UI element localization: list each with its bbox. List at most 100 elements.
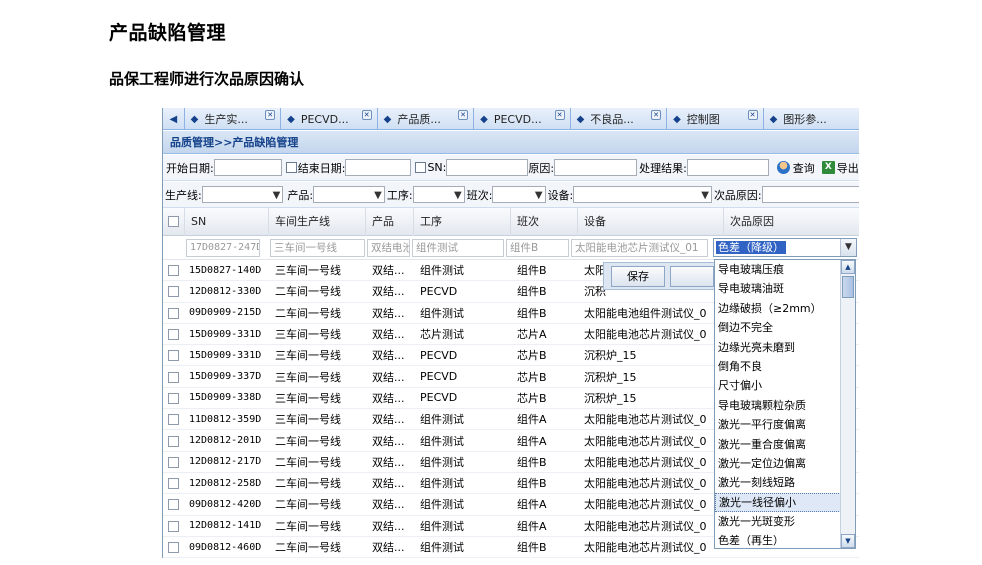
editor-equipment-field[interactable]: 太阳能电池芯片测试仪_01 xyxy=(571,238,708,257)
column-header-process[interactable]: 工序 xyxy=(414,207,511,236)
tab-pecvd-2[interactable]: ◆ PECVD... ✕ xyxy=(474,108,571,130)
chevron-down-icon[interactable]: ▼ xyxy=(840,239,856,256)
reason-option[interactable]: 激光一重合度偏离 xyxy=(715,435,841,454)
dropdown-scrollbar[interactable]: ▲ ▼ xyxy=(840,260,855,548)
row-checkbox[interactable] xyxy=(163,328,185,341)
cell-equipment: 太阳能电池芯片测试仪_0 xyxy=(584,455,707,469)
process-select[interactable]: ▼ xyxy=(412,186,465,203)
reason-option[interactable]: 激光一线径偏小 xyxy=(715,492,841,513)
reason-option[interactable]: 尺寸偏小 xyxy=(715,376,841,395)
row-checkbox[interactable] xyxy=(163,370,185,383)
calendar-icon[interactable] xyxy=(285,162,297,173)
row-checkbox[interactable] xyxy=(163,264,185,277)
column-header-equipment[interactable]: 设备 xyxy=(578,207,724,236)
row-checkbox[interactable] xyxy=(163,541,185,554)
process-label: 工序: xyxy=(386,188,413,202)
start-date-input[interactable] xyxy=(213,159,282,176)
tab-close-icon[interactable]: ✕ xyxy=(361,110,372,120)
tab-defective-products[interactable]: ◆ 不良品... ✕ xyxy=(571,108,668,130)
cell-sn: 09D0812-420D xyxy=(189,498,262,510)
tab-close-icon[interactable]: ✕ xyxy=(651,110,662,120)
column-header-product[interactable]: 产品 xyxy=(366,207,414,236)
scroll-down-icon[interactable]: ▼ xyxy=(841,534,855,548)
reason-option[interactable]: 导电玻璃颗粒杂质 xyxy=(715,396,841,415)
result-input[interactable] xyxy=(686,159,769,176)
editor-sn-field[interactable]: 17D0827-247D xyxy=(186,238,260,257)
save-button[interactable]: 保存 xyxy=(611,266,665,287)
tab-control-chart[interactable]: ◆ 控制图 ✕ xyxy=(667,108,764,130)
reason-option[interactable]: 倒边不完全 xyxy=(715,318,841,337)
editor-shift-field[interactable]: 组件B xyxy=(506,238,569,257)
cell-equipment: 太阳能电池芯片测试仪_0 xyxy=(584,498,707,512)
start-date-label: 开始日期: xyxy=(166,161,214,175)
editor-line-field[interactable]: 三车间一号线 xyxy=(270,238,365,257)
tab-chart-params[interactable]: ◆ 图形参... xyxy=(764,108,859,130)
column-header-reason[interactable]: 次品原因 xyxy=(724,208,859,236)
reason-option[interactable]: 导电玻璃油斑 xyxy=(715,279,841,298)
scroll-thumb[interactable] xyxy=(842,276,854,298)
select-all-checkbox[interactable] xyxy=(163,207,185,236)
scroll-up-icon[interactable]: ▲ xyxy=(841,260,855,274)
tab-close-icon[interactable]: ✕ xyxy=(747,110,758,120)
row-checkbox[interactable] xyxy=(163,519,185,532)
reason-option[interactable]: 色差（再生） xyxy=(715,531,841,548)
cell-equipment: 太阳能电池芯片测试仪_0 xyxy=(584,434,707,448)
row-checkbox[interactable] xyxy=(163,285,185,298)
cell-line: 二车间一号线 xyxy=(275,541,341,554)
chevron-down-icon: ▼ xyxy=(454,190,462,201)
row-checkbox[interactable] xyxy=(163,498,185,511)
reason-option[interactable]: 倒角不良 xyxy=(715,357,841,376)
reason-option[interactable]: 激光一光斑变形 xyxy=(715,512,841,531)
reason-dropdown-list: 导电玻璃压痕 导电玻璃油斑 边缘破损（≥2mm） 倒边不完全 边缘光亮未磨到 倒角不良 尺寸… xyxy=(714,259,856,549)
editor-product-field[interactable]: 双结电池 xyxy=(367,238,410,257)
calendar-icon[interactable] xyxy=(415,162,427,173)
sn-input[interactable] xyxy=(446,159,529,176)
editor-reason-combo[interactable]: 色差（降级） ▼ xyxy=(713,238,857,257)
column-header-line[interactable]: 车间生产线 xyxy=(269,207,366,236)
reason-option[interactable]: 边缘破损（≥2mm） xyxy=(715,299,841,318)
end-date-input[interactable] xyxy=(345,159,412,176)
tab-diamond-icon: ◆ xyxy=(190,113,199,125)
tab-close-icon[interactable]: ✕ xyxy=(458,110,469,120)
tab-scroll-left-button[interactable]: ◀ xyxy=(163,108,185,130)
grid-header: SN 车间生产线 产品 工序 班次 设备 次品原因 xyxy=(163,207,859,236)
cancel-button[interactable] xyxy=(670,266,714,287)
tab-strip: ◀ ◆ 生产实... ✕ ◆ PECVD... ✕ ◆ 产品质... ✕ ◆ PECVD...… xyxy=(163,108,859,130)
row-checkbox[interactable] xyxy=(163,349,185,362)
row-checkbox[interactable] xyxy=(163,306,185,319)
product-select[interactable]: ▼ xyxy=(313,186,385,203)
reason-option[interactable]: 导电玻璃压痕 xyxy=(715,260,841,279)
cell-sn: 12D0812-258D xyxy=(189,477,262,489)
tab-pecvd-1[interactable]: ◆ PECVD... ✕ xyxy=(281,108,378,130)
reason-input[interactable] xyxy=(554,159,638,176)
query-button[interactable]: 查询 xyxy=(776,160,815,176)
export-button[interactable]: X 导出 xyxy=(821,160,859,176)
row-checkbox[interactable] xyxy=(163,455,185,468)
reason-option[interactable]: 边缘光亮未磨到 xyxy=(715,338,841,357)
tab-production-realtime[interactable]: ◆ 生产实... ✕ xyxy=(185,108,282,130)
reason-options: 导电玻璃压痕 导电玻璃油斑 边缘破损（≥2mm） 倒边不完全 边缘光亮未磨到 倒角不良 尺寸… xyxy=(715,260,841,548)
tab-close-icon[interactable]: ✕ xyxy=(554,110,565,120)
row-checkbox[interactable] xyxy=(163,391,185,404)
tab-close-icon[interactable]: ✕ xyxy=(265,110,276,120)
defect-reason-input[interactable] xyxy=(761,186,859,203)
cell-shift: 组件B xyxy=(517,285,547,299)
equipment-select[interactable]: ▼ xyxy=(573,186,712,203)
cell-product: 双结... xyxy=(372,413,405,427)
editor-process-field[interactable]: 组件测试 xyxy=(412,238,504,257)
reason-option[interactable]: 激光一刻线短路 xyxy=(715,473,841,492)
tab-product-quality[interactable]: ◆ 产品质... ✕ xyxy=(378,108,475,130)
shift-select[interactable]: ▼ xyxy=(492,186,546,203)
cell-equipment: 沉积炉_15 xyxy=(584,391,637,405)
reason-option[interactable]: 激光一定位边偏离 xyxy=(715,454,841,473)
line-select[interactable]: ▼ xyxy=(201,186,284,203)
cell-product: 双结... xyxy=(372,498,405,512)
tab-diamond-icon: ◆ xyxy=(576,113,585,125)
cell-product: 双结... xyxy=(372,328,405,342)
row-checkbox[interactable] xyxy=(163,477,185,490)
row-checkbox[interactable] xyxy=(163,413,185,426)
column-header-sn[interactable]: SN xyxy=(185,207,269,236)
column-header-shift[interactable]: 班次 xyxy=(511,207,578,236)
reason-option[interactable]: 激光一平行度偏离 xyxy=(715,415,841,434)
row-checkbox[interactable] xyxy=(163,434,185,447)
